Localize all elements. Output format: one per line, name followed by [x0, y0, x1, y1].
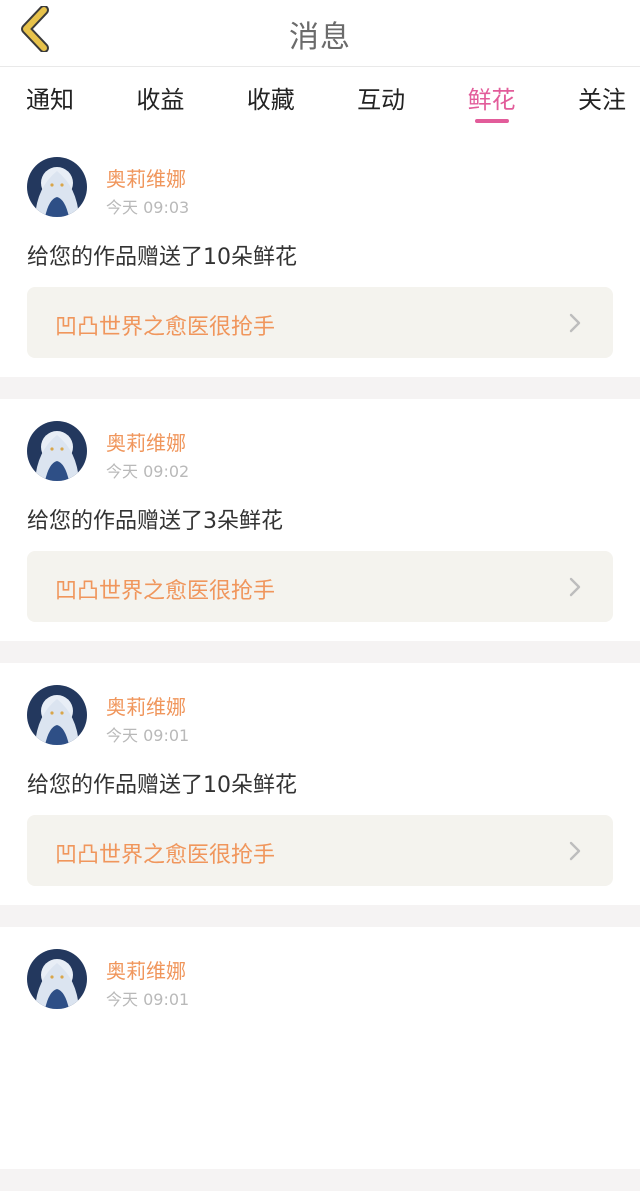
timestamp: 今天 09:03 — [106, 198, 190, 217]
chevron-right-icon — [569, 841, 581, 861]
username[interactable]: 奥莉维娜 — [106, 427, 186, 456]
tab-flowers[interactable]: 鲜花 — [468, 67, 516, 135]
avatar[interactable] — [27, 949, 87, 1009]
timestamp: 今天 09:01 — [106, 726, 190, 745]
tab-earnings[interactable]: 收益 — [136, 67, 184, 135]
avatar-image — [27, 421, 87, 481]
tab-following[interactable]: 关注 — [578, 67, 626, 135]
username[interactable]: 奥莉维娜 — [106, 691, 186, 720]
avatar-image — [27, 685, 87, 745]
message-card: 奥莉维娜 今天 09:02 给您的作品赠送了3朵鲜花 凹凸世界之愈医很抢手 — [0, 399, 640, 641]
top-bar: 消息 — [0, 0, 640, 67]
chevron-right-icon — [569, 577, 581, 597]
avatar[interactable] — [27, 157, 87, 217]
avatar[interactable] — [27, 685, 87, 745]
message-text: 给您的作品赠送了10朵鲜花 — [27, 773, 297, 798]
username[interactable]: 奥莉维娜 — [106, 955, 186, 984]
avatar[interactable] — [27, 421, 87, 481]
avatar-image — [27, 157, 87, 217]
work-link[interactable]: 凹凸世界之愈医很抢手 — [27, 287, 613, 358]
tab-bar: 通知 收益 收藏 互动 鲜花 关注 — [0, 67, 640, 135]
work-link[interactable]: 凹凸世界之愈医很抢手 — [27, 551, 613, 622]
work-title: 凹凸世界之愈医很抢手 — [55, 579, 276, 604]
work-title: 凹凸世界之愈医很抢手 — [55, 315, 276, 340]
message-text: 给您的作品赠送了10朵鲜花 — [27, 245, 297, 270]
work-link[interactable]: 凹凸世界之愈医很抢手 — [27, 815, 613, 886]
chevron-right-icon — [569, 313, 581, 333]
timestamp: 今天 09:02 — [106, 462, 190, 481]
message-card: 奥莉维娜 今天 09:03 给您的作品赠送了10朵鲜花 凹凸世界之愈医很抢手 — [0, 135, 640, 377]
message-card: 奥莉维娜 今天 09:01 — [0, 927, 640, 1169]
username[interactable]: 奥莉维娜 — [106, 163, 186, 192]
page-title: 消息 — [289, 20, 351, 55]
tab-favorites[interactable]: 收藏 — [247, 67, 295, 135]
timestamp: 今天 09:01 — [106, 990, 190, 1009]
message-list: 奥莉维娜 今天 09:03 给您的作品赠送了10朵鲜花 凹凸世界之愈医很抢手 奥… — [0, 135, 640, 1191]
tab-interactions[interactable]: 互动 — [357, 67, 405, 135]
tab-notifications[interactable]: 通知 — [26, 67, 74, 135]
work-title: 凹凸世界之愈医很抢手 — [55, 843, 276, 868]
message-card: 奥莉维娜 今天 09:01 给您的作品赠送了10朵鲜花 凹凸世界之愈医很抢手 — [0, 663, 640, 905]
message-text: 给您的作品赠送了3朵鲜花 — [27, 509, 283, 534]
avatar-image — [27, 949, 87, 1009]
active-tab-indicator — [474, 119, 509, 123]
